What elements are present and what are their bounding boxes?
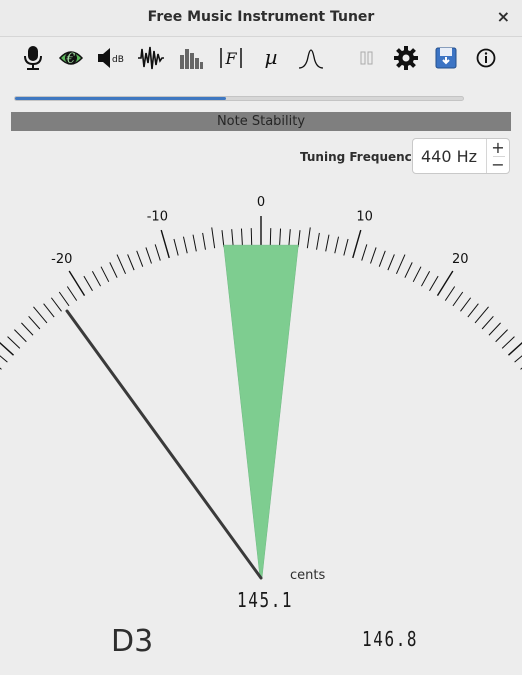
note-stability-bar: Note Stability (11, 112, 511, 131)
meter-tick (0, 342, 15, 356)
meter-tick (361, 244, 368, 261)
meter-tick (50, 297, 62, 312)
meter-tick (378, 250, 386, 267)
meter-tick (352, 229, 362, 259)
decrement-button[interactable]: − (487, 155, 509, 174)
svg-text:F: F (224, 49, 237, 68)
meter-tick (91, 271, 102, 287)
meter-tick (43, 303, 55, 318)
meter-tick (325, 234, 330, 252)
meter-tick (488, 322, 501, 336)
formant-icon[interactable]: F (216, 43, 246, 73)
gaussian-icon[interactable] (296, 43, 326, 73)
meter-tick (316, 232, 320, 250)
meter-tick (154, 244, 161, 261)
toolbar: € dB F µ (0, 37, 522, 81)
svg-text:€: € (66, 51, 76, 67)
meter-tick (231, 229, 234, 247)
meter-tick (211, 227, 216, 249)
meter-tick (395, 254, 406, 274)
meter-tick (58, 291, 70, 307)
meter-tick (109, 262, 118, 278)
tuning-frequency-label: Tuning Frequency (300, 150, 420, 164)
error-icon[interactable]: € (56, 43, 86, 73)
meter-scale-label: 0 (257, 195, 265, 210)
close-button[interactable]: × (497, 7, 510, 26)
meter-tick (420, 271, 431, 287)
meter-tick (507, 342, 522, 356)
meter-tick (192, 234, 197, 252)
meter-tick (288, 229, 291, 247)
meter-tick (514, 355, 522, 363)
detected-frequency: 145.1 (237, 588, 294, 612)
meter-tick (474, 306, 489, 324)
meter-tick (173, 238, 179, 256)
meter-tick (467, 303, 479, 318)
meter-tick (202, 232, 206, 250)
level-progress-fill (15, 97, 226, 100)
meter-tick (0, 355, 8, 363)
target-frequency: 146.8 (362, 627, 419, 651)
pause-icon[interactable] (352, 43, 382, 73)
window-title: Free Music Instrument Tuner (147, 9, 375, 25)
meter-tick (501, 336, 515, 349)
meter-tick (306, 227, 311, 249)
meter-tick (343, 238, 349, 256)
meter-tick (21, 322, 34, 336)
meter-tick (444, 286, 456, 301)
tuning-frequency-spinbox[interactable]: 440 Hz + − (412, 138, 510, 174)
meter-tick (452, 291, 464, 307)
meter-tick (221, 230, 225, 248)
meter-scale-label: -10 (147, 210, 168, 225)
meter-tick (83, 275, 93, 292)
stability-band (223, 244, 299, 579)
meter-tick (370, 247, 377, 264)
meter-tick (66, 286, 78, 301)
meter-tick (14, 329, 27, 343)
level-progress-bar (14, 96, 464, 101)
meter-scale-label: 10 (356, 210, 373, 225)
meter-tick (127, 254, 135, 271)
meter-tick (495, 329, 508, 343)
save-icon[interactable] (431, 43, 461, 73)
meter-tick (182, 236, 188, 254)
cents-meter: -50-40-30-20-1001020304050 (0, 195, 522, 580)
meter-tick (136, 250, 144, 267)
meter-scale-label: 20 (452, 252, 469, 267)
meter-tick (0, 367, 2, 370)
meter-tick (160, 229, 170, 259)
meter-tick (240, 228, 243, 246)
spectrum-bars-icon[interactable] (176, 43, 206, 73)
meter-tick (145, 247, 152, 264)
meter-tick (28, 315, 41, 330)
svg-text:dB: dB (112, 55, 124, 65)
volume-db-icon[interactable]: dB (96, 43, 126, 73)
svg-text:µ: µ (265, 45, 278, 69)
meter-tick (334, 236, 340, 254)
meter-scale-label: -20 (51, 252, 72, 267)
meter-tick (412, 266, 422, 283)
microphone-icon[interactable] (18, 43, 48, 73)
meter-tick (116, 254, 127, 274)
meter-tick (460, 297, 472, 312)
settings-gear-icon[interactable] (391, 43, 421, 73)
microtonal-icon[interactable]: µ (256, 43, 286, 73)
meter-tick (33, 306, 48, 324)
waveform-icon[interactable] (136, 43, 166, 73)
meter-tick (100, 266, 110, 283)
detected-note: D3 (111, 624, 154, 659)
increment-button[interactable]: + (487, 138, 509, 157)
meter-tick (279, 228, 282, 246)
meter-tick (387, 254, 395, 271)
meter-tick (297, 230, 301, 248)
meter-tick (481, 315, 494, 330)
meter-tick (404, 262, 413, 278)
meter-tick (7, 336, 21, 349)
tuning-frequency-value[interactable]: 440 Hz (421, 147, 477, 166)
cents-unit-label: cents (290, 568, 326, 583)
meter-needle (65, 309, 263, 580)
info-icon[interactable] (471, 43, 501, 73)
meter-tick (429, 275, 439, 292)
window-titlebar: Free Music Instrument Tuner × (0, 0, 522, 37)
